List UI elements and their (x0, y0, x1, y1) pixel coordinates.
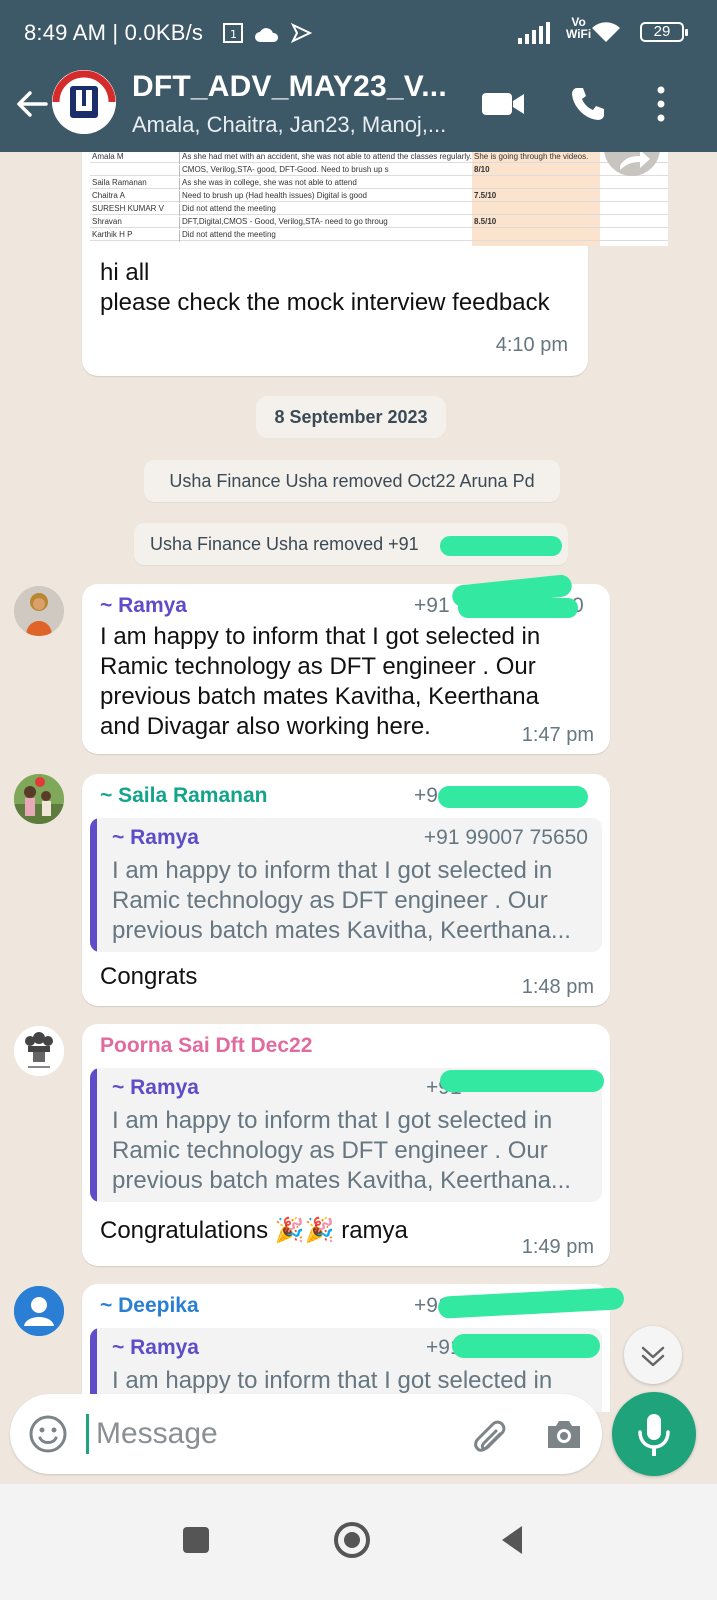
home-icon[interactable] (332, 1520, 372, 1560)
quote-text: I am happy to inform that I got selected… (112, 857, 571, 944)
message-input[interactable] (96, 1408, 456, 1460)
sender-name[interactable]: ~ Ramya (100, 594, 187, 618)
avatar-saila[interactable] (14, 774, 64, 824)
message-time: 4:10 pm (495, 334, 568, 356)
party-emoji: 🎉🎉 (274, 1217, 335, 1244)
text-cursor (86, 1414, 89, 1454)
scroll-to-bottom-button[interactable] (624, 1326, 682, 1384)
sheet-row: CMOS, Verilog,STA- good, DFT-Good. Need … (90, 164, 668, 177)
message-time: 1:49 pm (521, 1236, 594, 1258)
sheet-cell-name: Amala M (92, 152, 180, 164)
paperclip-icon[interactable] (466, 1414, 510, 1458)
message-bubble-poorna[interactable]: Poorna Sai Dft Dec22 ~ Ramya +91 I am ha… (82, 1024, 610, 1266)
signal-icon (518, 22, 552, 50)
message-time: 1:47 pm (521, 724, 594, 746)
sheet-row: SURESH KUMAR V Did not attend the meeting (90, 203, 668, 216)
date-separator: 8 September 2023 (256, 396, 446, 438)
status-time: 8:49 AM | 0.0KB/s (24, 20, 204, 45)
sheet-cell-score: 8/10 (474, 165, 490, 174)
sender-phone: +91 (414, 594, 450, 617)
sheet-cell-name: Saila Ramanan (92, 178, 180, 190)
sheet-cell-name: Shravan (92, 217, 180, 229)
message-text: Congratulations 🎉🎉 ramya (100, 1217, 408, 1244)
back-arrow-icon[interactable] (12, 84, 52, 124)
sheet-cell-note: As she had met with an accident, she was… (182, 152, 589, 161)
sheet-cell-note: CMOS, Verilog,STA- good, DFT-Good. Need … (182, 165, 389, 174)
sheet-cell-score: 8.5/10 (474, 217, 497, 226)
message-composer[interactable] (10, 1394, 602, 1474)
svg-text:1: 1 (230, 28, 237, 41)
sheet-row: Amala M As she had met with an accident, … (90, 152, 668, 164)
chat-members[interactable]: Amala, Chaitra, Jan23, Manoj,... (132, 112, 446, 138)
quote-text: I am happy to inform that I got selected… (112, 1367, 553, 1394)
chat-header[interactable]: DFT_ADV_MAY23_V... Amala, Chaitra, Jan23… (0, 64, 717, 152)
quoted-message[interactable]: ~ Ramya +91 99007 75650 I am happy to in… (90, 818, 602, 952)
video-call-icon[interactable] (480, 84, 526, 124)
sheet-row: Karthik H P Did not attend the meeting (90, 229, 668, 242)
vowifi-indicator: Vo WiFi (566, 15, 592, 41)
sheet-cell-note: Did not attend the meeting (182, 230, 276, 239)
redaction-mark (440, 1070, 604, 1092)
sheet-row: Chaitra A Need to brush up (Had health is… (90, 190, 668, 203)
more-vert-icon[interactable] (646, 84, 676, 124)
sheet-cell-note: Need to brush up (Had health issues) Dig… (182, 191, 367, 200)
avatar-deepika[interactable] (14, 1286, 64, 1336)
sender-name[interactable]: Poorna Sai Dft Dec22 (100, 1034, 312, 1058)
redaction-mark (440, 536, 562, 556)
battery-indicator: 29 (640, 22, 688, 42)
wifi-icon (590, 20, 622, 50)
sheet-cell-score: 7.5/10 (474, 191, 497, 200)
message-bubble-saila[interactable]: ~ Saila Ramanan +9 ~ Ramya +91 99007 756… (82, 774, 610, 1006)
sender-phone: +9 (414, 784, 438, 807)
avatar-poorna[interactable] (14, 1026, 64, 1076)
redaction-mark (438, 786, 588, 808)
message-bubble-feedback[interactable]: Vallaparapu VamsiHe informed that he wil… (82, 152, 668, 376)
cloud-icon (254, 24, 280, 50)
sheet-row: Saila Ramanan As she was in college, she … (90, 177, 668, 190)
quote-sender: ~ Ramya (112, 1336, 199, 1359)
send-icon (290, 22, 313, 50)
status-bar: 8:49 AM | 0.0KB/s 1 Vo WiFi 29 (0, 0, 717, 64)
phone-call-icon[interactable] (568, 84, 614, 124)
emoji-icon[interactable] (28, 1414, 68, 1454)
sender-name[interactable]: ~ Deepika (100, 1294, 199, 1318)
avatar-ramya[interactable] (14, 586, 64, 636)
chat-messages[interactable]: Vallaparapu VamsiHe informed that he wil… (0, 152, 717, 1412)
sender-name[interactable]: ~ Saila Ramanan (100, 784, 268, 808)
nav-back-icon[interactable] (494, 1520, 534, 1560)
message-text: I am happy to inform that I got selected… (100, 623, 541, 740)
message-text: hi all please check the mock interview f… (100, 259, 550, 316)
mic-icon (612, 1414, 696, 1480)
sheet-cell-name (92, 165, 180, 177)
system-message: Usha Finance Usha removed Oct22 Aruna Pd (144, 460, 560, 502)
system-nav-bar (0, 1484, 717, 1600)
sheet-cell-name: Chaitra A (92, 191, 180, 203)
group-avatar[interactable] (52, 70, 116, 134)
sheet-cell-note: Did not attend the meeting (182, 204, 276, 213)
redaction-mark (452, 1334, 600, 1358)
sheet-cell-note: DFT,Digital,CMOS - Good, Verilog,STA- ne… (182, 217, 388, 226)
sheet-cell-name: Karthik H P (92, 230, 180, 242)
sheet-cell-name: SURESH KUMAR V (92, 204, 180, 216)
quote-sender: ~ Ramya (112, 826, 199, 849)
redaction-mark (458, 598, 578, 618)
quote-text: I am happy to inform that I got selected… (112, 1107, 571, 1194)
quote-phone: +91 99007 75650 (423, 826, 588, 849)
recents-icon[interactable] (176, 1520, 216, 1560)
message-text: Congrats (100, 963, 198, 990)
message-time: 1:48 pm (521, 976, 594, 998)
quote-sender: ~ Ramya (112, 1076, 199, 1099)
sheet-row: Shravan DFT,Digital,CMOS - Good, Verilog,… (90, 216, 668, 229)
screen-icon: 1 (222, 22, 244, 50)
chat-title[interactable]: DFT_ADV_MAY23_V... (132, 70, 447, 104)
forward-button[interactable] (604, 152, 660, 176)
camera-icon[interactable] (544, 1414, 584, 1454)
mic-button[interactable] (612, 1392, 696, 1476)
sheet-cell-note: As she was in college, she was not able … (182, 178, 357, 187)
feedback-sheet-image[interactable]: Vallaparapu VamsiHe informed that he wil… (90, 152, 668, 246)
